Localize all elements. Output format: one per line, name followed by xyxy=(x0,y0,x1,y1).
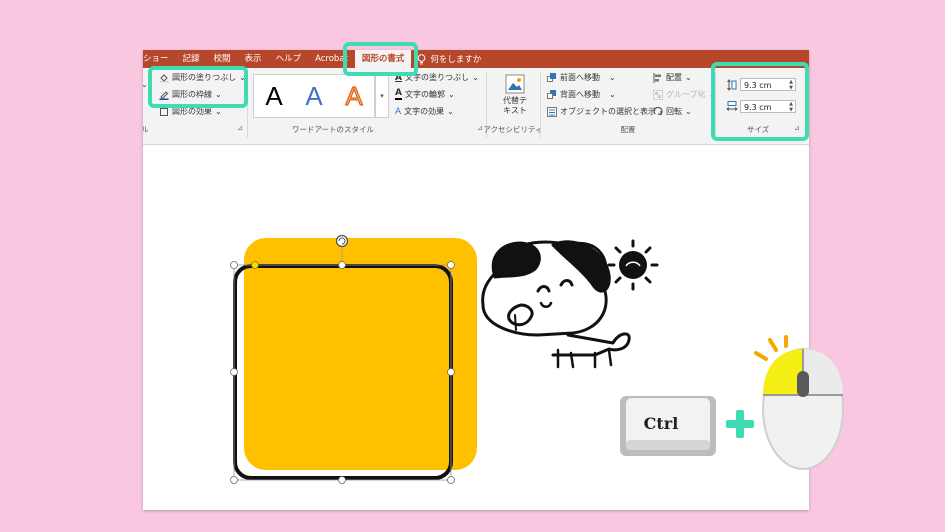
slide-content xyxy=(230,234,659,484)
text-effects-label: 文字の効果 xyxy=(404,107,445,116)
dog-illustration xyxy=(481,240,631,369)
shape-outline-label: 図形の枠線 xyxy=(172,90,212,99)
group-divider xyxy=(715,72,716,138)
wordart-style-orange[interactable]: A xyxy=(345,80,363,112)
tab-shape-format[interactable]: 図形の書式 xyxy=(354,50,412,68)
shape-height-input[interactable]: 9.3 cm ▲ ▼ xyxy=(740,78,796,91)
lightbulb-icon xyxy=(418,53,426,64)
spinner-arrows-icon[interactable]: ▲ ▼ xyxy=(789,101,793,113)
alt-text-label-2: キスト xyxy=(503,106,527,115)
alt-text-label-1: 代替テ xyxy=(503,96,527,105)
text-outline-label: 文字の輪郭 xyxy=(404,90,445,99)
alt-text-button[interactable]: 代替テ キスト xyxy=(495,74,535,116)
send-backward-button[interactable]: 背面へ移動 ⌄ xyxy=(547,89,616,100)
rotate-button[interactable]: 回転 ⌄ xyxy=(653,106,692,117)
wordart-gallery[interactable]: A A A xyxy=(253,74,375,118)
selection-pane-button[interactable]: オブジェクトの選択と表示 xyxy=(547,106,656,117)
arrange-group-label: 配置 xyxy=(620,125,636,134)
tab-view[interactable]: 表示 xyxy=(238,50,269,68)
rotate-label: 回転 xyxy=(666,107,682,116)
slide-canvas[interactable] xyxy=(143,145,809,510)
tell-me-label: 何をしますか xyxy=(430,55,482,65)
dialog-launcher-icon[interactable]: ⊿ xyxy=(477,124,483,132)
wordart-style-black[interactable]: A xyxy=(265,81,282,112)
chevron-down-icon: ⌄ xyxy=(239,73,246,82)
shape-width-value: 9.3 cm xyxy=(744,103,772,112)
wordart-gallery-more[interactable]: ▾ xyxy=(375,74,389,118)
chevron-down-icon: ⌄ xyxy=(215,107,222,116)
group-icon xyxy=(653,89,663,100)
tab-help[interactable]: ヘルプ xyxy=(269,50,309,68)
align-label: 配置 xyxy=(666,73,682,82)
send-backward-label: 背面へ移動 xyxy=(560,90,600,99)
shape-fill-label: 図形の塗りつぶし xyxy=(172,73,237,82)
size-group-label: サイズ xyxy=(746,125,770,134)
rotate-icon xyxy=(653,106,663,115)
paint-bucket-icon xyxy=(159,73,169,83)
width-icon xyxy=(726,101,738,111)
left-dropdown-arrow[interactable]: ⌄ xyxy=(143,80,148,89)
yellow-rounded-square[interactable] xyxy=(244,238,477,470)
bring-forward-icon xyxy=(547,72,556,82)
height-icon xyxy=(727,79,737,91)
tab-review[interactable]: 校閲 xyxy=(207,50,238,68)
wordart-style-blue[interactable]: A xyxy=(305,81,322,112)
text-fill-icon: A xyxy=(395,72,402,83)
bring-forward-label: 前面へ移動 xyxy=(560,73,600,82)
dialog-launcher-icon[interactable]: ⊿ xyxy=(237,124,243,132)
dialog-launcher-icon[interactable]: ⊿ xyxy=(794,124,800,132)
chevron-down-icon: ⌄ xyxy=(685,107,692,116)
sun-icon xyxy=(607,239,659,291)
text-effects-button[interactable]: A 文字の効果 ⌄ xyxy=(395,106,454,117)
tell-me-search[interactable]: 何をしますか xyxy=(411,53,481,65)
tab-list: ショー 記録 校閲 表示 ヘルプ Acrobat 図形の書式 何をしますか xyxy=(143,50,481,68)
chevron-down-icon: ⌄ xyxy=(447,90,455,99)
shape-width-input[interactable]: 9.3 cm ▲ ▼ xyxy=(740,100,796,113)
wordart-group-label: ワードアートのスタイル xyxy=(291,125,375,134)
ribbon-tab-bar: ショー 記録 校閲 表示 ヘルプ Acrobat 図形の書式 何をしますか xyxy=(143,50,809,68)
spinner-arrows-icon[interactable]: ▲ ▼ xyxy=(789,79,793,91)
tab-acrobat[interactable]: Acrobat xyxy=(308,50,355,68)
chevron-down-icon: ⌄ xyxy=(472,73,479,82)
tab-slideshow[interactable]: ショー xyxy=(143,50,176,68)
pen-icon xyxy=(159,90,169,100)
powerpoint-window: ショー 記録 校閲 表示 ヘルプ Acrobat 図形の書式 何をしますか ⌄ xyxy=(143,50,809,510)
chevron-down-icon: ⌄ xyxy=(215,90,222,99)
send-backward-icon xyxy=(547,89,556,99)
shape-effects-label: 図形の効果 xyxy=(172,107,212,116)
adjust-handle[interactable] xyxy=(251,261,259,269)
tab-record[interactable]: 記録 xyxy=(176,50,207,68)
chevron-down-icon: ⌄ xyxy=(685,73,692,82)
group-button[interactable]: グループ化 ⌄ xyxy=(653,89,715,100)
text-fill-label: 文字の塗りつぶし xyxy=(404,73,470,82)
text-fill-button[interactable]: A 文字の塗りつぶし ⌄ xyxy=(395,72,479,83)
chevron-down-icon: ⌄ xyxy=(609,73,616,82)
group-divider xyxy=(540,72,541,138)
align-button[interactable]: 配置 ⌄ xyxy=(653,72,692,83)
shape-height-value: 9.3 cm xyxy=(744,81,772,90)
align-icon xyxy=(653,72,661,83)
bring-forward-button[interactable]: 前面へ移動 ⌄ xyxy=(547,72,616,83)
shape-fill-button[interactable]: 図形の塗りつぶし ⌄ xyxy=(159,72,246,83)
alt-text-icon xyxy=(505,74,525,94)
selection-pane-icon xyxy=(547,106,557,117)
text-outline-button[interactable]: A 文字の輪郭 ⌄ xyxy=(395,89,455,100)
chevron-down-icon: ⌄ xyxy=(609,90,616,99)
chevron-down-icon: ⌄ xyxy=(447,107,454,116)
ribbon: ⌄ 図形の塗りつぶし ⌄ 図形の枠線 ⌄ 図形の効果 ⌄ ル ⊿ A A A ▾… xyxy=(143,68,809,145)
shape-styles-group-label: ル xyxy=(143,125,149,134)
group-label: グループ化 xyxy=(666,90,706,99)
text-outline-icon: A xyxy=(395,88,402,100)
selection-pane-label: オブジェクトの選択と表示 xyxy=(560,107,656,116)
shape-effects-icon xyxy=(160,107,168,116)
shape-effects-button[interactable]: 図形の効果 ⌄ xyxy=(159,106,222,117)
rotation-handle-icon[interactable] xyxy=(335,234,349,248)
accessibility-group-label: アクセシビリティ xyxy=(483,125,543,134)
text-effects-icon: A xyxy=(395,106,402,117)
shape-outline-button[interactable]: 図形の枠線 ⌄ xyxy=(159,89,222,100)
group-divider xyxy=(247,72,248,138)
